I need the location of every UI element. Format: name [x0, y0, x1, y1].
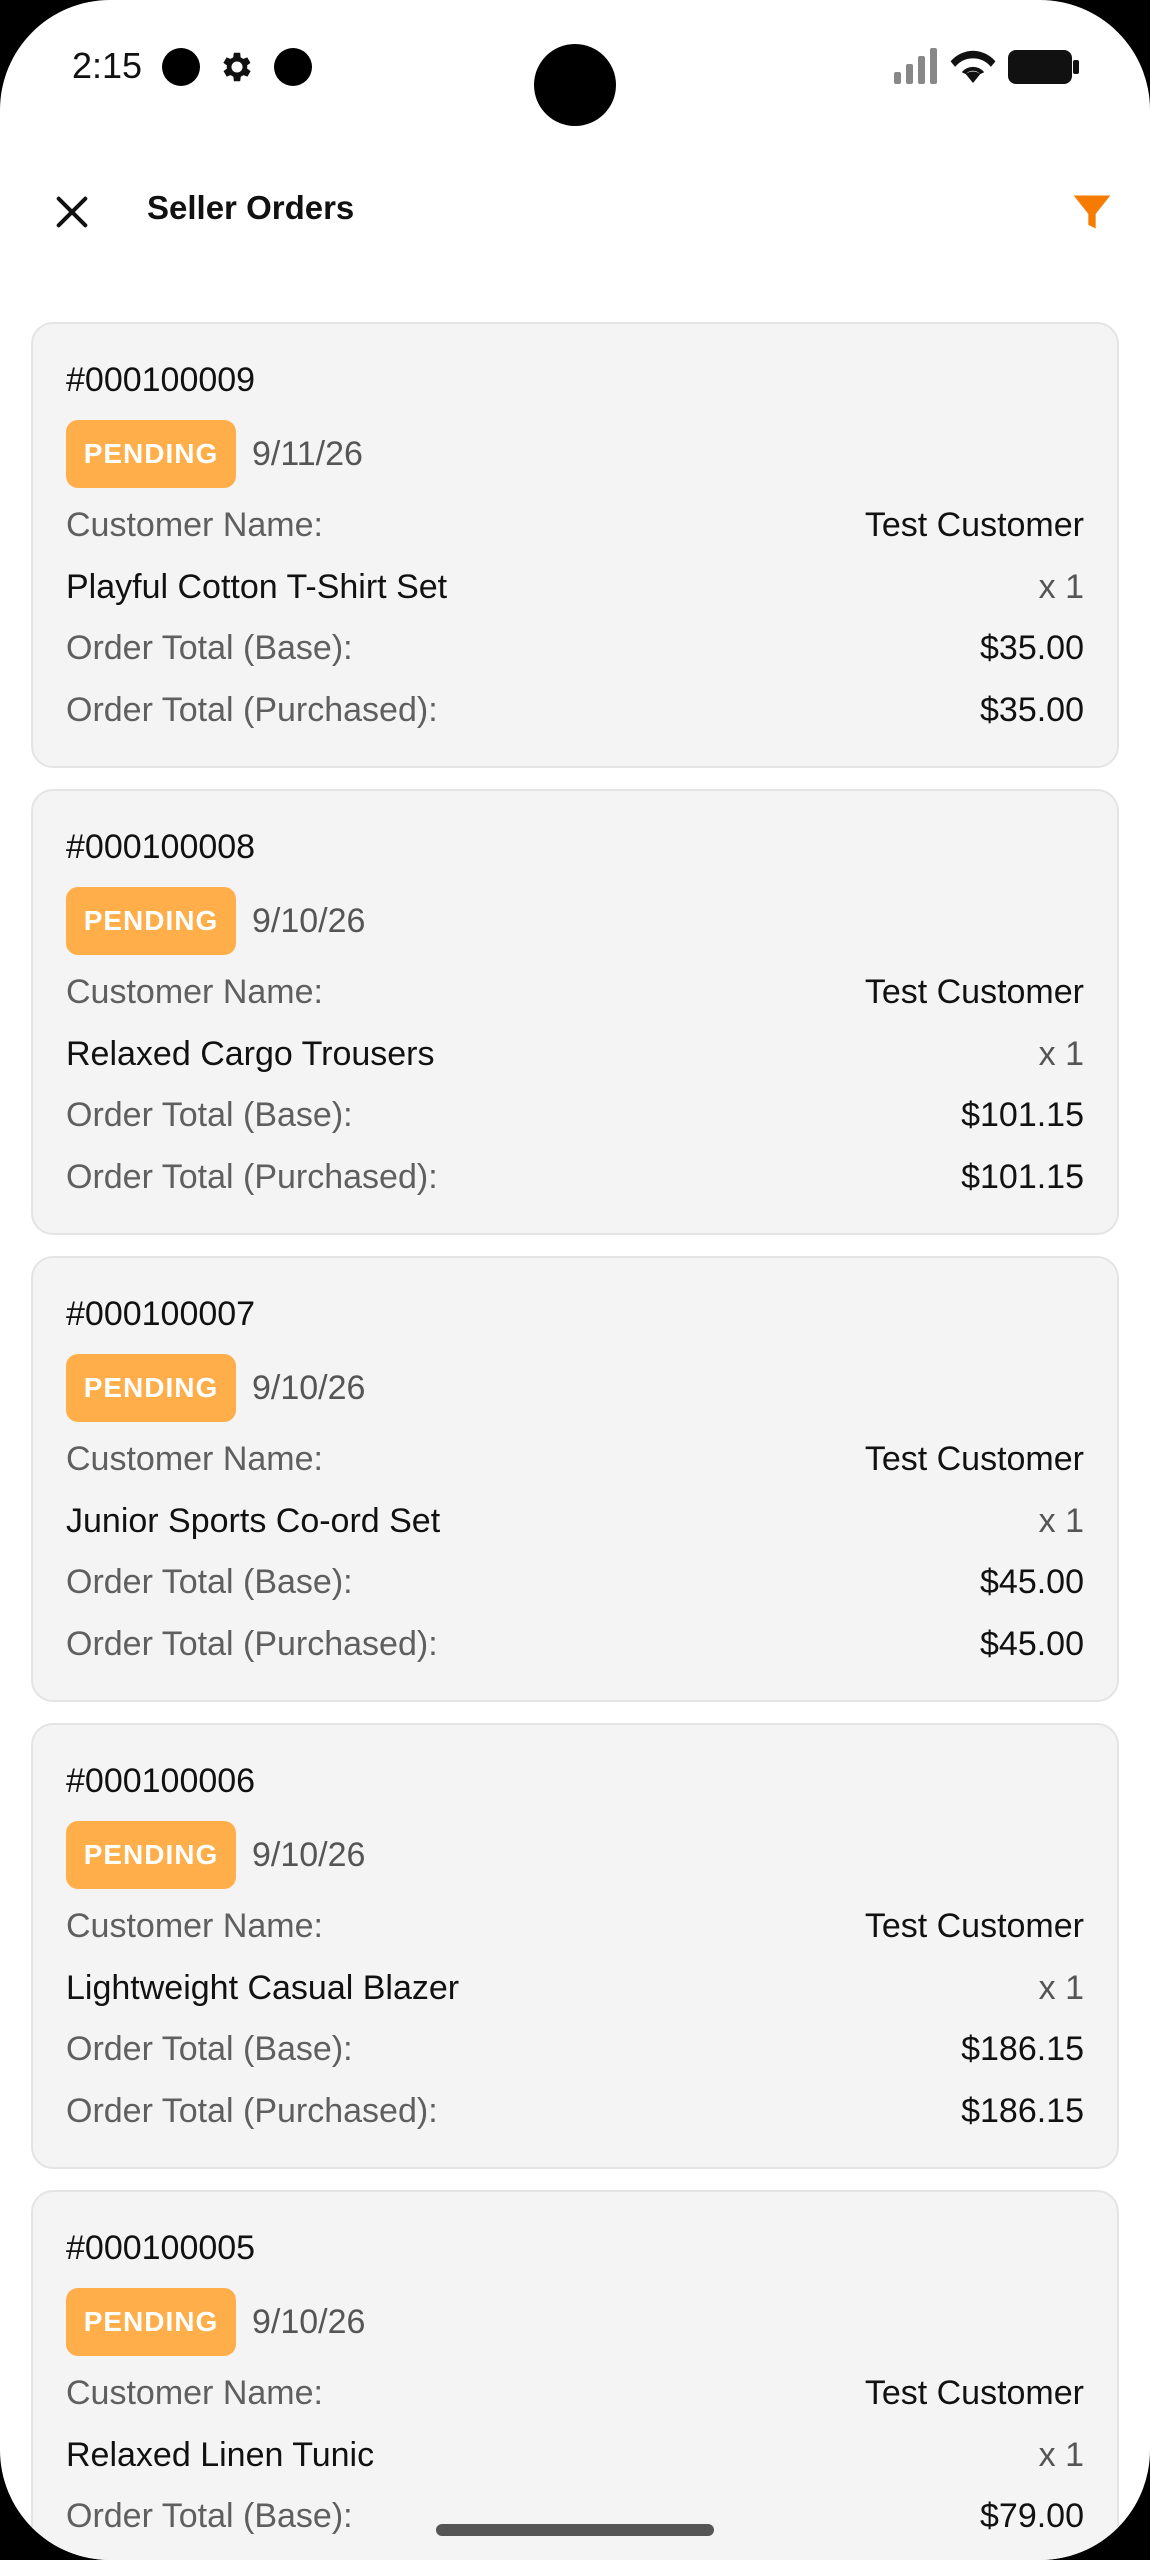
order-date: 9/10/26 [252, 902, 366, 940]
order-card[interactable]: #000100007 PENDING 9/10/26 Customer Name… [31, 1256, 1119, 1702]
page-title: Seller Orders [147, 189, 355, 226]
product-name: Relaxed Linen Tunic [66, 2436, 375, 2474]
order-number: #000100006 [66, 1762, 256, 1800]
customer-name-label: Customer Name: [66, 1440, 323, 1478]
product-row: Junior Sports Co-ord Set x 1 [66, 1498, 1084, 1544]
customer-row: Customer Name: Test Customer [66, 969, 1084, 1015]
order-total-base-label: Order Total (Base): [66, 629, 353, 667]
battery-icon [1008, 50, 1079, 84]
order-total-base-row: Order Total (Base): $101.15 [66, 1092, 1084, 1138]
order-total-base-value: $79.00 [980, 2497, 1084, 2535]
customer-name-value: Test Customer [864, 1440, 1084, 1478]
order-list: #000100009 PENDING 9/11/26 Customer Name… [31, 322, 1119, 2560]
order-total-base-label: Order Total (Base): [66, 1563, 353, 1601]
customer-row: Customer Name: Test Customer [66, 1903, 1084, 1949]
status-badge: PENDING [66, 1354, 236, 1422]
settings-gear-icon [223, 52, 251, 82]
filter-button[interactable] [1060, 180, 1124, 244]
close-button[interactable] [40, 180, 104, 244]
wifi-icon [950, 50, 996, 84]
customer-name-value: Test Customer [864, 2374, 1084, 2412]
order-card[interactable]: #000100005 PENDING 9/10/26 Customer Name… [31, 2190, 1119, 2560]
order-number: #000100009 [66, 361, 256, 399]
cell-signal-icon [894, 48, 937, 84]
status-badge: PENDING [66, 887, 236, 955]
app-screen: 2:15 Seller Orders #000100009 PENDING 9/… [0, 0, 1150, 2560]
customer-row: Customer Name: Test Customer [66, 1436, 1084, 1482]
order-card[interactable]: #000100006 PENDING 9/10/26 Customer Name… [31, 1723, 1119, 2169]
order-total-purchased-label: Order Total (Purchased): [66, 691, 438, 729]
customer-name-value: Test Customer [864, 1907, 1084, 1945]
customer-name-label: Customer Name: [66, 2374, 323, 2412]
order-total-purchased-label: Order Total (Purchased): [66, 1625, 438, 1663]
customer-name-value: Test Customer [864, 973, 1084, 1011]
order-total-base-row: Order Total (Base): $186.15 [66, 2026, 1084, 2072]
front-camera [534, 44, 616, 126]
order-total-purchased-value: $45.00 [980, 1625, 1084, 1663]
order-total-base-value: $35.00 [980, 629, 1084, 667]
order-total-purchased-row: Order Total (Purchased): $101.15 [66, 1154, 1084, 1200]
home-indicator[interactable] [436, 2524, 714, 2536]
order-total-purchased-row: Order Total (Purchased): $45.00 [66, 1621, 1084, 1667]
product-name: Lightweight Casual Blazer [66, 1969, 460, 2007]
status-badge: PENDING [66, 1821, 236, 1889]
order-total-base-label: Order Total (Base): [66, 2497, 353, 2535]
filter-icon [1073, 195, 1111, 229]
customer-row: Customer Name: Test Customer [66, 2370, 1084, 2416]
customer-name-label: Customer Name: [66, 1907, 323, 1945]
product-quantity: x 1 [1038, 1502, 1084, 1540]
order-number: #000100005 [66, 2229, 256, 2267]
order-total-base-value: $45.00 [980, 1563, 1084, 1601]
notification-dot-icon [274, 48, 312, 86]
product-quantity: x 1 [1038, 1969, 1084, 2007]
order-date: 9/10/26 [252, 1369, 366, 1407]
order-date: 9/10/26 [252, 2303, 366, 2341]
customer-name-value: Test Customer [864, 506, 1084, 544]
order-total-purchased-row: Order Total (Purchased): $186.15 [66, 2088, 1084, 2134]
status-badge: PENDING [66, 2288, 236, 2356]
customer-name-label: Customer Name: [66, 506, 323, 544]
notification-dot-icon [162, 48, 200, 86]
order-total-base-value: $101.15 [961, 1096, 1084, 1134]
status-badge: PENDING [66, 420, 236, 488]
product-name: Playful Cotton T-Shirt Set [66, 568, 448, 606]
product-row: Lightweight Casual Blazer x 1 [66, 1965, 1084, 2011]
product-row: Playful Cotton T-Shirt Set x 1 [66, 564, 1084, 610]
order-date: 9/11/26 [252, 435, 363, 473]
order-number: #000100008 [66, 828, 256, 866]
order-total-base-row: Order Total (Base): $35.00 [66, 625, 1084, 671]
status-time: 2:15 [72, 45, 143, 86]
order-total-base-label: Order Total (Base): [66, 2030, 353, 2068]
order-total-base-value: $186.15 [961, 2030, 1084, 2068]
order-card[interactable]: #000100008 PENDING 9/10/26 Customer Name… [31, 789, 1119, 1235]
order-total-purchased-value: $101.15 [961, 1158, 1084, 1196]
product-quantity: x 1 [1038, 1035, 1084, 1073]
status-bar: 2:15 [0, 0, 1150, 140]
app-bar: Seller Orders [0, 160, 1150, 256]
product-name: Relaxed Cargo Trousers [66, 1035, 435, 1073]
close-icon [56, 196, 88, 228]
order-total-purchased-label: Order Total (Purchased): [66, 2092, 438, 2130]
product-row: Relaxed Cargo Trousers x 1 [66, 1031, 1084, 1077]
customer-row: Customer Name: Test Customer [66, 502, 1084, 548]
order-total-purchased-label: Order Total (Purchased): [66, 1158, 438, 1196]
product-name: Junior Sports Co-ord Set [66, 1502, 441, 1540]
product-quantity: x 1 [1038, 2436, 1084, 2474]
product-row: Relaxed Linen Tunic x 1 [66, 2432, 1084, 2478]
order-date: 9/10/26 [252, 1836, 366, 1874]
product-quantity: x 1 [1038, 568, 1084, 606]
order-number: #000100007 [66, 1295, 256, 1333]
order-total-purchased-value: $35.00 [980, 691, 1084, 729]
order-total-base-label: Order Total (Base): [66, 1096, 353, 1134]
order-total-purchased-value: $186.15 [961, 2092, 1084, 2130]
customer-name-label: Customer Name: [66, 973, 323, 1011]
order-total-base-row: Order Total (Base): $45.00 [66, 1559, 1084, 1605]
order-total-purchased-row: Order Total (Purchased): $35.00 [66, 687, 1084, 733]
order-card[interactable]: #000100009 PENDING 9/11/26 Customer Name… [31, 322, 1119, 768]
